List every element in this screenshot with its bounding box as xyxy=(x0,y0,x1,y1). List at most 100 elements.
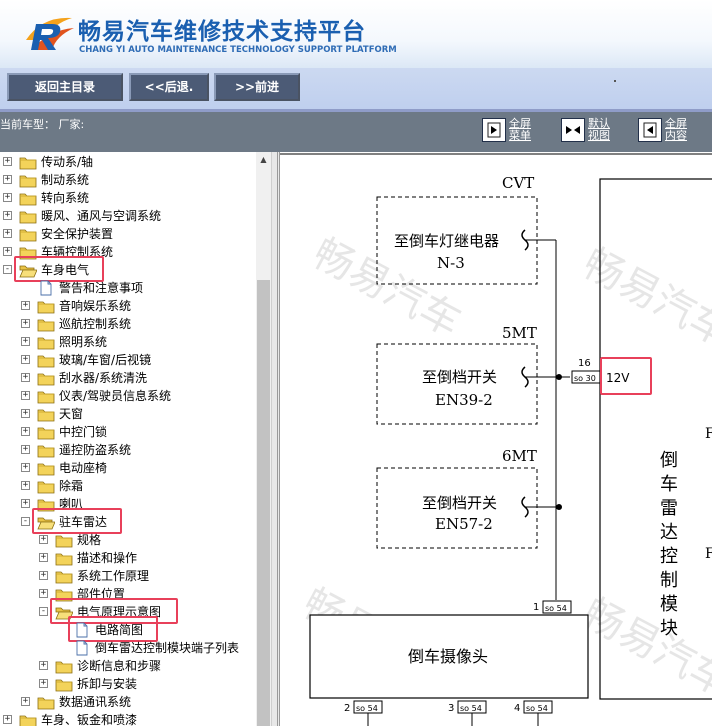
expand-icon[interactable]: + xyxy=(39,571,48,580)
tree-item-label[interactable]: 系统工作原理 xyxy=(77,567,149,585)
expand-icon[interactable]: + xyxy=(3,211,12,220)
expand-icon[interactable]: + xyxy=(21,427,30,436)
fullscreen-menu-icon xyxy=(482,118,506,142)
expand-icon[interactable]: + xyxy=(39,535,48,544)
watermark-text: 畅易汽车 xyxy=(575,240,712,356)
collapse-icon[interactable]: - xyxy=(39,607,48,616)
expand-icon[interactable]: + xyxy=(21,355,30,364)
expand-icon[interactable]: + xyxy=(21,337,30,346)
tree-scrollbar[interactable]: ▲ xyxy=(256,152,271,726)
site-title: 畅易汽车维修技术支持平台 xyxy=(78,19,366,45)
tree-item-label[interactable]: 刮水器/系统清洗 xyxy=(59,369,147,387)
expand-icon[interactable]: + xyxy=(3,247,12,256)
folder-closed-icon xyxy=(19,712,37,726)
expand-icon[interactable]: + xyxy=(39,589,48,598)
collapse-icon[interactable]: - xyxy=(21,517,30,526)
circuit-diagram-panel: 畅易汽车 畅易汽车 畅易汽车 畅易汽车 CVT 至倒车灯继电器 N-3 5MT … xyxy=(280,152,712,726)
edge-label: F xyxy=(705,546,712,562)
svg-text:控: 控 xyxy=(660,546,678,567)
watermark-text: 畅易汽车 xyxy=(575,590,712,706)
tree-item-label[interactable]: 诊断信息和步骤 xyxy=(77,657,161,675)
folder-closed-icon xyxy=(37,352,55,368)
fullscreen-menu-label: 全屏 菜单 xyxy=(509,117,531,142)
expand-icon[interactable]: + xyxy=(3,157,12,166)
expand-icon[interactable]: + xyxy=(21,499,30,508)
so54-label: so 54 xyxy=(545,604,567,613)
tree-item-label[interactable]: 传动系/轴 xyxy=(41,153,93,171)
tree-item-label[interactable]: 电动座椅 xyxy=(59,459,107,477)
default-view-icon xyxy=(561,118,585,142)
so54-label: so 54 xyxy=(526,704,548,713)
expand-icon[interactable]: + xyxy=(3,715,12,724)
expand-icon[interactable]: + xyxy=(3,193,12,202)
folder-closed-icon xyxy=(19,208,37,224)
collapse-icon[interactable]: - xyxy=(3,265,12,274)
info-bar: 当前车型： 厂家: 全屏 菜单 默认 视图 全屏 内容 xyxy=(0,112,712,152)
tree-item-label[interactable]: 警告和注意事项 xyxy=(59,279,143,297)
expand-icon[interactable]: + xyxy=(3,229,12,238)
current-model-label: 当前车型： 厂家: xyxy=(0,118,85,131)
expand-icon[interactable]: + xyxy=(21,391,30,400)
expand-icon[interactable]: + xyxy=(39,553,48,562)
document-icon xyxy=(73,640,91,656)
expand-icon[interactable]: + xyxy=(21,373,30,382)
expand-icon[interactable]: + xyxy=(21,481,30,490)
tree-item-label[interactable]: 巡航控制系统 xyxy=(59,315,131,333)
document-icon xyxy=(37,280,55,296)
tree-item-label[interactable]: 安全保护装置 xyxy=(41,225,113,243)
edge-label: F xyxy=(705,426,712,442)
forward-button[interactable]: >>前进 xyxy=(214,73,300,101)
tree-item-label[interactable]: 玻璃/车窗/后视镜 xyxy=(59,351,151,369)
tree-item-label[interactable]: 仪表/驾驶员信息系统 xyxy=(59,387,171,405)
tree-item-label[interactable]: 倒车雷达控制模块端子列表 xyxy=(95,639,239,657)
back-button[interactable]: <<后退. xyxy=(129,73,209,101)
expand-icon[interactable]: + xyxy=(21,409,30,418)
tree-item-label[interactable]: 规格 xyxy=(77,531,101,549)
expand-icon[interactable]: + xyxy=(21,319,30,328)
expand-icon[interactable]: + xyxy=(39,661,48,670)
default-view-label: 默认 视图 xyxy=(588,117,610,142)
tree-item-label[interactable]: 描述和操作 xyxy=(77,549,137,567)
tree-item-label[interactable]: 音响娱乐系统 xyxy=(59,297,131,315)
frame-splitter[interactable] xyxy=(271,152,280,726)
tree-item-label[interactable]: 天窗 xyxy=(59,405,83,423)
tree-item-label[interactable]: 照明系统 xyxy=(59,333,107,351)
so54-label: so 54 xyxy=(356,704,378,713)
tree-item-label[interactable]: 制动系统 xyxy=(41,171,89,189)
pin-1-label: 1 xyxy=(533,602,539,613)
expand-icon[interactable]: + xyxy=(3,175,12,184)
folder-closed-icon xyxy=(37,298,55,314)
switch-5mt-label: 至倒档开关 xyxy=(422,368,497,386)
svg-text:制: 制 xyxy=(660,570,678,591)
folder-closed-icon xyxy=(37,370,55,386)
tree-item-label[interactable]: 除霜 xyxy=(59,477,83,495)
return-home-button[interactable]: 返回主目录 xyxy=(7,73,123,101)
folder-closed-icon xyxy=(37,694,55,710)
toolbar-dot xyxy=(614,80,616,82)
tree-item-label[interactable]: 数据通讯系统 xyxy=(59,693,131,711)
folder-closed-icon xyxy=(55,658,73,674)
folder-closed-icon xyxy=(19,190,37,206)
folder-closed-icon xyxy=(19,226,37,242)
tree-item-label[interactable]: 拆卸与安装 xyxy=(77,675,137,693)
tree-item-label[interactable]: 中控门锁 xyxy=(59,423,107,441)
tree-item-label[interactable]: 暖风、通风与空调系统 xyxy=(41,207,161,225)
folder-closed-icon xyxy=(55,532,73,548)
scrollbar-thumb[interactable] xyxy=(257,280,270,726)
expand-icon[interactable]: + xyxy=(21,445,30,454)
tree-item-label[interactable]: 车身、钣金和喷漆 xyxy=(41,711,137,726)
relay-code: N-3 xyxy=(437,254,465,272)
folder-closed-icon xyxy=(19,172,37,188)
expand-icon[interactable]: + xyxy=(21,463,30,472)
cvt-label: CVT xyxy=(502,174,534,192)
scroll-up-icon[interactable]: ▲ xyxy=(256,152,271,167)
tree-item-label[interactable]: 遥控防盗系统 xyxy=(59,441,131,459)
expand-icon[interactable]: + xyxy=(39,679,48,688)
module-label: 倒 车 雷 达 控 制 模 块 xyxy=(660,450,678,639)
rear-camera-label: 倒车摄像头 xyxy=(408,647,488,666)
expand-icon[interactable]: + xyxy=(21,697,30,706)
expand-icon[interactable]: + xyxy=(21,301,30,310)
tree-item-label[interactable]: 转向系统 xyxy=(41,189,89,207)
junction-dot xyxy=(556,504,562,510)
pin-4-label: 4 xyxy=(514,703,520,714)
